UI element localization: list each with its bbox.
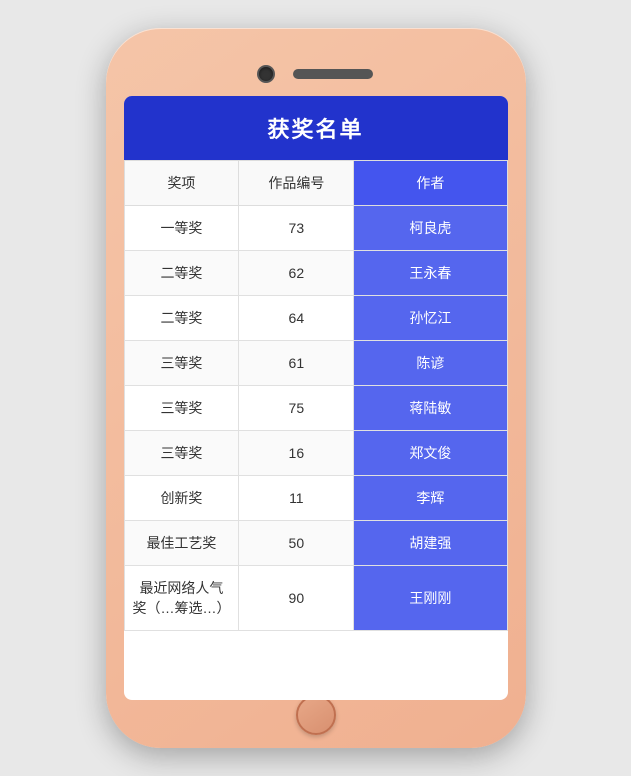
table-header-row: 奖项 作品编号 作者 [124, 161, 507, 206]
table-row: 创新奖11李辉 [124, 476, 507, 521]
cell-work-id: 16 [239, 431, 354, 476]
cell-author: 陈谚 [354, 341, 507, 386]
cell-author: 王刚刚 [354, 566, 507, 631]
cell-work-id: 61 [239, 341, 354, 386]
table-row: 一等奖73柯良虎 [124, 206, 507, 251]
table-row: 三等奖16郑文俊 [124, 431, 507, 476]
cell-author: 王永春 [354, 251, 507, 296]
table-row: 三等奖61陈谚 [124, 341, 507, 386]
cell-prize: 三等奖 [124, 431, 239, 476]
phone-bottom [296, 700, 336, 730]
phone-frame: 获奖名单 奖项 作品编号 作者 一等奖73柯良虎二等奖62王永春二等奖64孙忆江… [106, 28, 526, 748]
cell-prize: 一等奖 [124, 206, 239, 251]
cell-author: 柯良虎 [354, 206, 507, 251]
cell-author: 蒋陆敏 [354, 386, 507, 431]
table-row: 三等奖75蒋陆敏 [124, 386, 507, 431]
cell-author: 李辉 [354, 476, 507, 521]
cell-work-id: 73 [239, 206, 354, 251]
cell-prize: 二等奖 [124, 251, 239, 296]
cell-author: 胡建强 [354, 521, 507, 566]
cell-work-id: 64 [239, 296, 354, 341]
cell-work-id: 11 [239, 476, 354, 521]
cell-author: 郑文俊 [354, 431, 507, 476]
cell-work-id: 50 [239, 521, 354, 566]
header-prize: 奖项 [124, 161, 239, 206]
cell-prize: 二等奖 [124, 296, 239, 341]
cell-work-id: 90 [239, 566, 354, 631]
screen-inner[interactable]: 获奖名单 奖项 作品编号 作者 一等奖73柯良虎二等奖62王永春二等奖64孙忆江… [124, 96, 508, 700]
table-row: 最佳工艺奖50胡建强 [124, 521, 507, 566]
speaker [293, 69, 373, 79]
header-work-id: 作品编号 [239, 161, 354, 206]
camera-icon [259, 67, 273, 81]
page-title: 获奖名单 [124, 96, 508, 160]
phone-screen: 获奖名单 奖项 作品编号 作者 一等奖73柯良虎二等奖62王永春二等奖64孙忆江… [124, 96, 508, 700]
table-row: 二等奖64孙忆江 [124, 296, 507, 341]
table-row: 最近网络人气奖（…筹选…）90王刚刚 [124, 566, 507, 631]
cell-prize: 三等奖 [124, 386, 239, 431]
cell-author: 孙忆江 [354, 296, 507, 341]
home-button[interactable] [296, 695, 336, 735]
header-author: 作者 [354, 161, 507, 206]
cell-work-id: 62 [239, 251, 354, 296]
cell-prize: 创新奖 [124, 476, 239, 521]
table-row: 二等奖62王永春 [124, 251, 507, 296]
phone-top-bar [124, 46, 508, 96]
cell-prize: 三等奖 [124, 341, 239, 386]
cell-work-id: 75 [239, 386, 354, 431]
cell-prize: 最近网络人气奖（…筹选…） [124, 566, 239, 631]
cell-prize: 最佳工艺奖 [124, 521, 239, 566]
award-table: 奖项 作品编号 作者 一等奖73柯良虎二等奖62王永春二等奖64孙忆江三等奖61… [124, 160, 508, 631]
